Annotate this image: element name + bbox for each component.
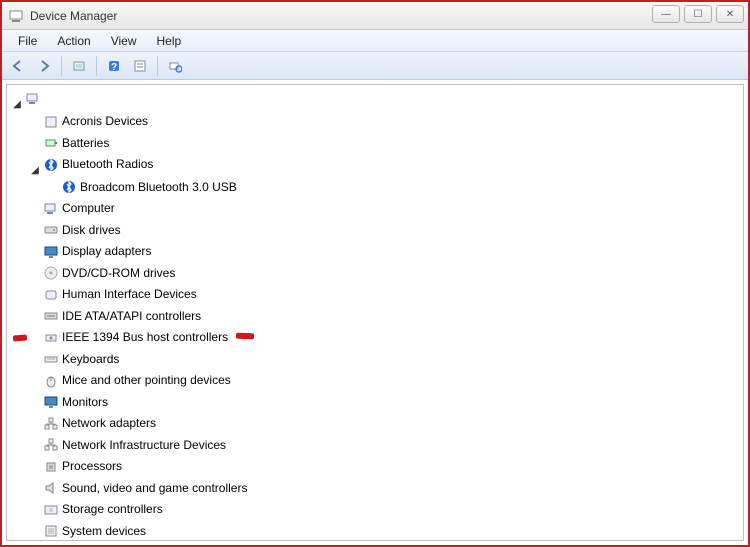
tree-node[interactable]: Display adapters <box>41 243 153 260</box>
storage-icon <box>43 502 59 518</box>
device-icon <box>43 114 59 130</box>
collapse-icon[interactable]: ◢ <box>11 96 23 113</box>
forward-button[interactable] <box>32 55 56 77</box>
menu-help[interactable]: Help <box>147 31 192 51</box>
hid-icon <box>43 287 59 303</box>
computer-icon <box>25 91 41 107</box>
system-icon <box>43 523 59 539</box>
monitor-icon <box>43 394 59 410</box>
tree-node-label: Monitors <box>62 394 108 411</box>
tree-node-label: Mice and other pointing devices <box>62 372 231 389</box>
tree-node-label: Processors <box>62 458 122 475</box>
annotation-mark <box>236 333 254 340</box>
tree-node[interactable]: Keyboards <box>41 351 121 368</box>
bluetooth-icon <box>61 179 77 195</box>
tree-node[interactable]: Network Infrastructure Devices <box>41 437 228 454</box>
network-icon <box>43 416 59 432</box>
tree-node[interactable]: Broadcom Bluetooth 3.0 USB <box>59 179 239 196</box>
device-manager-window: Device Manager — ☐ ✕ File Action View He… <box>2 2 748 545</box>
tree-node[interactable]: DVD/CD-ROM drives <box>41 265 177 282</box>
toolbar-separator <box>96 56 97 76</box>
sound-icon <box>43 480 59 496</box>
tree-node[interactable]: System devices <box>41 523 148 540</box>
tree-node-label: Storage controllers <box>62 501 163 518</box>
window-title: Device Manager <box>30 9 117 23</box>
tree-node-label: Network Infrastructure Devices <box>62 437 226 454</box>
back-button[interactable] <box>6 55 30 77</box>
ieee1394-icon <box>43 330 59 346</box>
battery-icon <box>43 135 59 151</box>
toolbar: ? <box>2 52 748 80</box>
titlebar: Device Manager — ☐ ✕ <box>2 2 748 30</box>
tree-node[interactable]: Storage controllers <box>41 501 165 518</box>
bluetooth-icon <box>43 157 59 173</box>
menu-action[interactable]: Action <box>47 31 100 51</box>
tree-pane[interactable]: ◢ Acronis Devices Batteries ◢ Bluetooth Radi… <box>6 84 744 541</box>
cdrom-icon <box>43 265 59 281</box>
tree-node[interactable]: IDE ATA/ATAPI controllers <box>41 308 203 325</box>
tree-node-label: Network adapters <box>62 415 156 432</box>
tree-node-label: Human Interface Devices <box>62 286 197 303</box>
device-tree: ◢ Acronis Devices Batteries ◢ Bluetooth Radi… <box>11 91 739 541</box>
tree-node-label: Disk drives <box>62 222 121 239</box>
menu-view[interactable]: View <box>101 31 147 51</box>
tree-node[interactable]: Mice and other pointing devices <box>41 372 233 389</box>
tree-node-label: Bluetooth Radios <box>62 156 153 173</box>
ide-icon <box>43 308 59 324</box>
scan-button[interactable] <box>163 55 187 77</box>
collapse-icon[interactable]: ◢ <box>29 162 41 179</box>
tree-node[interactable]: Disk drives <box>41 222 123 239</box>
menu-file[interactable]: File <box>8 31 47 51</box>
display-icon <box>43 244 59 260</box>
tree-node-label: Sound, video and game controllers <box>62 480 247 497</box>
mouse-icon <box>43 373 59 389</box>
tree-node-label: Keyboards <box>62 351 119 368</box>
menubar: File Action View Help <box>2 30 748 52</box>
tree-node-label: IEEE 1394 Bus host controllers <box>62 329 228 346</box>
tree-node[interactable]: Processors <box>41 458 124 475</box>
network-icon <box>43 437 59 453</box>
toolbar-separator <box>157 56 158 76</box>
tree-node[interactable]: Bluetooth Radios <box>41 156 155 173</box>
close-button[interactable]: ✕ <box>716 5 744 23</box>
tree-node[interactable]: Network adapters <box>41 415 158 432</box>
tree-node-label: Batteries <box>62 135 109 152</box>
keyboard-icon <box>43 351 59 367</box>
svg-text:?: ? <box>111 62 117 73</box>
maximize-button[interactable]: ☐ <box>684 5 712 23</box>
tree-node-label: DVD/CD-ROM drives <box>62 265 175 282</box>
properties-button[interactable] <box>128 55 152 77</box>
tree-node[interactable]: Computer <box>41 200 117 217</box>
help-button[interactable]: ? <box>102 55 126 77</box>
tree-node-label: System devices <box>62 523 146 540</box>
cpu-icon <box>43 459 59 475</box>
tree-node[interactable]: Monitors <box>41 394 110 411</box>
tree-node[interactable]: Sound, video and game controllers <box>41 480 249 497</box>
tree-root-node[interactable] <box>23 91 43 107</box>
tree-node[interactable]: IEEE 1394 Bus host controllers <box>41 329 230 346</box>
disk-icon <box>43 222 59 238</box>
tree-node[interactable]: Batteries <box>41 135 111 152</box>
tree-node-label: Acronis Devices <box>62 113 148 130</box>
minimize-button[interactable]: — <box>652 5 680 23</box>
window-controls: — ☐ ✕ <box>648 5 744 23</box>
tree-node[interactable]: Acronis Devices <box>41 113 150 130</box>
tree-node-label: Computer <box>62 200 115 217</box>
annotation-mark <box>13 335 27 342</box>
tree-node-label: Broadcom Bluetooth 3.0 USB <box>80 179 237 196</box>
app-icon <box>8 8 24 24</box>
tree-node[interactable]: Human Interface Devices <box>41 286 199 303</box>
computer-icon <box>43 201 59 217</box>
tree-node-label: Display adapters <box>62 243 151 260</box>
toolbar-separator <box>61 56 62 76</box>
show-hidden-button[interactable] <box>67 55 91 77</box>
tree-node-label: IDE ATA/ATAPI controllers <box>62 308 201 325</box>
